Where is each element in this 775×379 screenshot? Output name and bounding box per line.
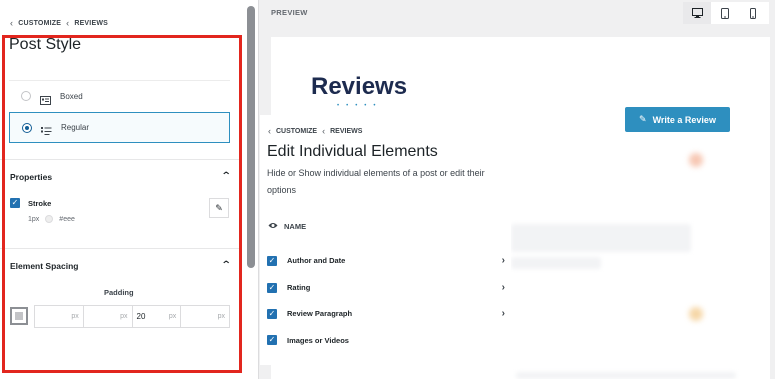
breadcrumb-customize[interactable]: CUSTOMIZE [18,20,61,27]
pencil-icon: ✎ [639,114,647,124]
avatar [689,307,703,321]
eye-icon [268,222,278,231]
element-label: Author and Date [287,256,346,265]
reviews-heading: Reviews [311,73,408,100]
breadcrumb-customize[interactable]: CUSTOMIZE [276,128,317,135]
rating-checkbox[interactable]: ✓ [267,282,277,293]
chevron-left-icon[interactable]: ‹ [10,18,13,28]
customizer-sidebar: ‹ CUSTOMIZE ‹ REVIEWS Post Style Boxed R… [0,0,259,379]
breadcrumb-reviews[interactable]: REVIEWS [330,128,362,135]
chevron-left-icon: ‹ [66,18,70,28]
blurred-review [511,224,691,252]
images-videos-checkbox[interactable]: ✓ [267,335,277,345]
chevron-right-icon[interactable]: › [502,308,505,319]
panel-title: Edit Individual Elements [267,143,438,160]
desktop-icon[interactable] [683,2,711,24]
chevron-right-icon[interactable]: › [502,282,505,293]
element-row-review-paragraph[interactable]: ✓ Review Paragraph › [267,308,505,319]
element-label: Review Paragraph [287,309,353,318]
write-review-button[interactable]: ✎ Write a Review [625,107,730,132]
preview-label: PREVIEW [271,8,308,17]
device-switcher [683,2,769,24]
blurred-review [516,372,736,379]
tablet-icon[interactable] [711,2,739,24]
panel-description: Hide or Show individual elements of a po… [267,168,485,195]
chevron-left-icon: ‹ [322,126,326,136]
name-column-header: NAME [268,222,306,231]
highlight-frame [2,35,242,373]
element-row-rating[interactable]: ✓ Rating › [267,282,505,293]
element-row-author-date[interactable]: ✓ Author and Date › [267,255,505,266]
panel-breadcrumb: ‹ CUSTOMIZE ‹ REVIEWS [268,126,362,136]
breadcrumb-reviews[interactable]: REVIEWS [74,20,108,27]
sidebar-scrollbar[interactable] [247,6,255,268]
chevron-left-icon[interactable]: ‹ [268,126,271,136]
rating-stars-icon: ••••• [337,103,383,109]
chevron-right-icon[interactable]: › [502,255,505,266]
author-date-checkbox[interactable]: ✓ [267,255,277,266]
element-label: Images or Videos [287,335,349,345]
element-row-images-videos[interactable]: ✓ Images or Videos [267,335,505,345]
write-review-label: Write a Review [652,114,716,125]
edit-elements-panel: ‹ CUSTOMIZE ‹ REVIEWS Edit Individual El… [260,115,511,365]
review-paragraph-checkbox[interactable]: ✓ [267,308,277,319]
mobile-icon[interactable] [739,2,767,24]
blurred-review [511,257,601,269]
avatar [689,153,703,167]
breadcrumb: ‹ CUSTOMIZE ‹ REVIEWS [10,17,108,29]
element-label: Rating [287,283,311,292]
